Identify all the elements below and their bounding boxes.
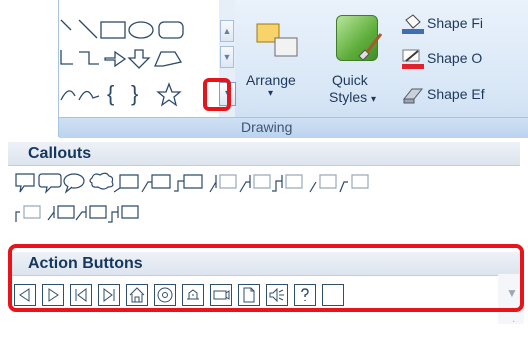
rounded-rectangle-shape-icon <box>158 21 184 39</box>
drawing-group-label-bar: Drawing <box>59 117 528 138</box>
line-callout-2-icon <box>141 174 171 193</box>
cloud-callout-icon <box>89 172 114 190</box>
elbow-connector-icon <box>60 50 73 65</box>
line-callout-1-border-icon <box>319 174 337 189</box>
oval-callout-icon <box>63 173 85 189</box>
paintbrush-icon <box>358 33 383 60</box>
left-brace-shape-icon: { <box>107 81 114 106</box>
quick-styles-button-label-line2[interactable]: Styles ▾ <box>329 89 376 105</box>
callouts-section-header: Callouts <box>8 142 520 166</box>
rectangle-shape-icon <box>100 21 126 39</box>
line-callout-2-border-icon <box>351 174 369 189</box>
line-shape-icon <box>60 19 72 31</box>
drawing-ribbon-group: { } ▲ ▼ ▾ Arrange ▾ Quick Styles ▾ Shape… <box>58 0 528 138</box>
quick-styles-dropdown-icon: ▾ <box>371 94 377 105</box>
styles-label: Styles <box>329 89 368 105</box>
line-callout-2-border-line <box>339 181 348 193</box>
line-callout-3-icon <box>174 174 203 192</box>
accent-bar-3-line <box>108 206 119 223</box>
right-brace-shape-icon: } <box>131 81 138 106</box>
gallery-scroll-up-button[interactable]: ▲ <box>220 20 234 42</box>
line-callout-3-no-border-icon <box>285 174 303 189</box>
right-arrow-shape-icon <box>104 50 127 68</box>
star-shape-icon <box>156 82 182 107</box>
line-callout-3-accent-icon <box>272 175 283 192</box>
line-callout-accent-bar-3-icon <box>121 205 139 219</box>
oval-shape-icon <box>128 21 154 39</box>
arrange-icon <box>256 23 298 57</box>
elbow-arrow-connector-icon <box>79 51 99 65</box>
callouts-shapes[interactable] <box>14 172 514 230</box>
accent-bar-1-line <box>47 206 55 221</box>
line-callout-2-no-border-icon <box>253 174 271 189</box>
resize-grip-icon[interactable]: · <box>512 316 515 327</box>
line-callout-1-accent-icon <box>209 175 217 193</box>
gallery-scroll-down-button[interactable]: ▼ <box>220 46 234 68</box>
line-callout-2-accent-icon <box>239 175 251 193</box>
shape-fill-icon <box>402 14 424 34</box>
shape-fill-button[interactable]: Shape Fi <box>427 15 483 31</box>
arrange-button-label[interactable]: Arrange <box>246 72 296 88</box>
oval-callout-tail <box>64 185 73 194</box>
down-arrow-shape-icon <box>127 49 151 69</box>
arc-shape-icon <box>60 90 76 101</box>
line-callout-3-border-line <box>15 211 20 222</box>
freeform-shape-icon <box>154 51 183 67</box>
rectangular-callout-icon <box>15 173 35 193</box>
line-callout-accent-bar-1-icon <box>57 205 75 219</box>
line-callout-accent-bar-2-icon <box>89 205 107 219</box>
shape-outline-icon <box>402 49 424 69</box>
shape-effects-icon <box>402 88 424 104</box>
rounded-callout-icon <box>38 173 62 194</box>
quick-styles-button-label[interactable]: Quick <box>332 72 368 88</box>
shapes-gallery-icons: { } <box>60 19 184 107</box>
line-callout-1-border-line <box>309 181 317 193</box>
line-callout-1-icon <box>113 174 139 193</box>
more-button-highlight <box>203 78 231 111</box>
shapes-gallery[interactable]: { } <box>59 0 220 117</box>
accent-bar-2-line <box>75 206 87 221</box>
arrange-dropdown-icon[interactable]: ▾ <box>268 88 273 99</box>
curve-shape-icon <box>78 90 100 101</box>
line-callout-3-border-icon <box>23 205 41 219</box>
shape-effects-button[interactable]: Shape Ef <box>427 86 485 102</box>
action-buttons-highlight <box>8 244 524 312</box>
shape-outline-button[interactable]: Shape O <box>427 50 482 66</box>
drawing-group-label: Drawing <box>241 119 293 135</box>
line-callout-1-no-border-icon <box>219 174 237 189</box>
arrow-line-shape-icon <box>78 19 98 39</box>
